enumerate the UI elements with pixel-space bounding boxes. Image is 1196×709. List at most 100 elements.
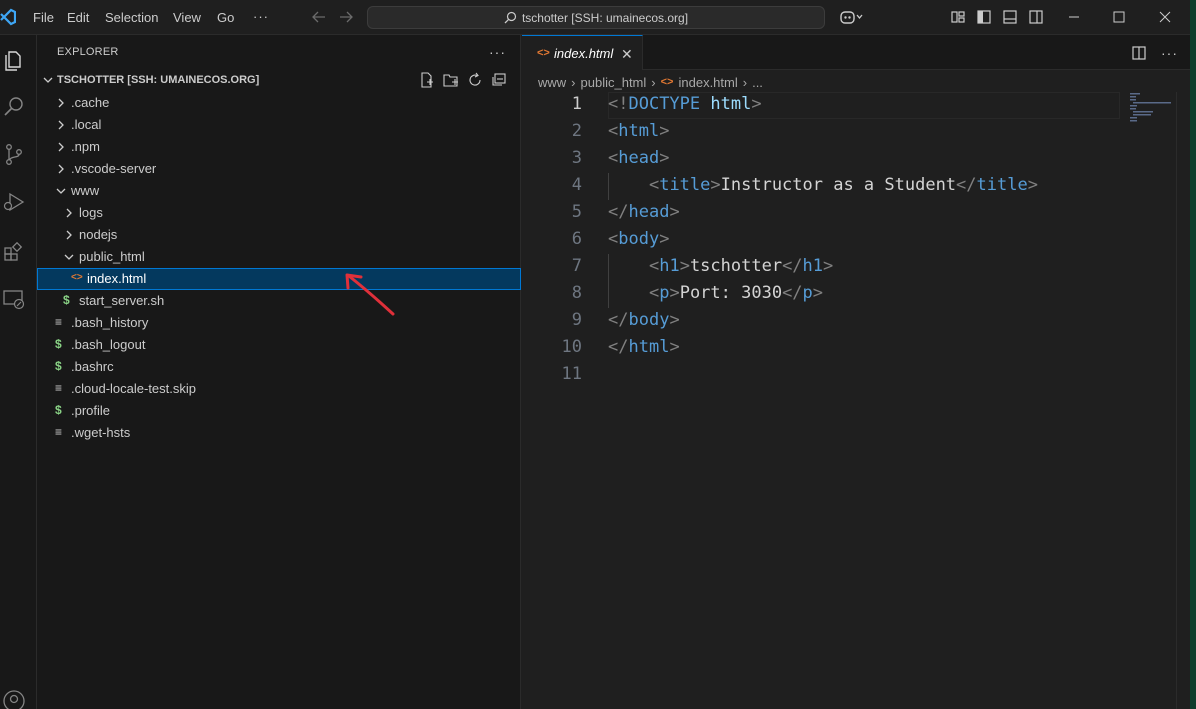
customize-layout-icon[interactable] xyxy=(950,9,966,25)
code-line[interactable]: 10 </html> xyxy=(522,335,1122,362)
code-line[interactable]: 8 <p>Port: 3030</p> xyxy=(522,281,1122,308)
tree-item-local[interactable]: .local xyxy=(37,114,521,136)
menu-go[interactable]: Go xyxy=(217,10,234,25)
code-line[interactable]: 3 <head> xyxy=(522,146,1122,173)
code-line[interactable]: 11 xyxy=(522,362,1122,389)
explorer-icon[interactable] xyxy=(2,47,26,71)
search-icon[interactable] xyxy=(2,94,26,118)
explorer-title: EXPLORER xyxy=(57,46,119,58)
code-line[interactable]: 2 <html> xyxy=(522,119,1122,146)
code-line[interactable]: 9 </body> xyxy=(522,308,1122,335)
menu-selection[interactable]: Selection xyxy=(105,10,158,25)
tree-item-bash-history[interactable]: ≡ .bash_history xyxy=(37,312,521,334)
code-line[interactable]: 4 <title>Instructor as a Student</title> xyxy=(522,173,1122,200)
tree-item-public-html[interactable]: public_html xyxy=(37,246,521,268)
account-icon[interactable] xyxy=(2,689,26,709)
close-window-icon[interactable] xyxy=(1157,9,1173,25)
tree-item-label: index.html xyxy=(87,271,147,286)
code-editor[interactable]: 1 <!DOCTYPE html> 2 <html> 3 <head> 4 <title>I… xyxy=(522,92,1196,709)
breadcrumb-separator-icon: › xyxy=(571,74,576,90)
tree-item-bash-logout[interactable]: $ .bash_logout xyxy=(37,334,521,356)
tab-close-icon[interactable]: ✕ xyxy=(621,46,633,63)
tab-index-html[interactable]: <> index.html ✕ xyxy=(522,35,643,70)
tree-item-label: .vscode-server xyxy=(71,161,157,176)
tree-item-start-server-sh[interactable]: $ start_server.sh xyxy=(37,290,521,312)
editor-scrollbar[interactable] xyxy=(1176,92,1190,709)
line-number: 10 xyxy=(561,337,582,357)
toggle-panel-icon[interactable] xyxy=(1002,9,1018,25)
chevron-right-icon xyxy=(58,164,64,174)
chevron-down-icon xyxy=(43,77,53,83)
code-line[interactable]: 6 <body> xyxy=(522,227,1122,254)
tree-item-cache[interactable]: .cache xyxy=(37,92,521,114)
maximize-icon[interactable] xyxy=(1111,9,1127,25)
tree-item-wget-hsts[interactable]: ≡ .wget-hsts xyxy=(37,422,521,444)
code-token: p xyxy=(802,283,813,303)
tree-item-nodejs[interactable]: nodejs xyxy=(37,224,521,246)
line-number: 11 xyxy=(561,364,582,384)
extensions-icon[interactable] xyxy=(2,239,26,263)
source-control-icon[interactable] xyxy=(2,142,26,166)
tree-item-label: .bash_history xyxy=(71,315,149,330)
run-debug-icon[interactable] xyxy=(2,190,26,214)
command-center[interactable]: tschotter [SSH: umainecos.org] xyxy=(367,6,825,29)
tree-item-cloud-locale-test-skip[interactable]: ≡ .cloud-locale-test.skip xyxy=(37,378,521,400)
code-token: < xyxy=(608,229,619,249)
toggle-primary-sidebar-icon[interactable] xyxy=(976,9,992,25)
minimap[interactable] xyxy=(1128,92,1176,122)
code-token: tschotter xyxy=(689,256,783,276)
tree-item-logs[interactable]: logs xyxy=(37,202,521,224)
line-number: 9 xyxy=(571,310,582,330)
split-editor-icon[interactable] xyxy=(1131,45,1147,61)
text-file-icon: ≡ xyxy=(55,425,63,439)
editor-more-actions[interactable]: ··· xyxy=(1161,45,1178,61)
refresh-icon[interactable] xyxy=(467,72,483,88)
back-arrow-icon[interactable] xyxy=(310,8,328,26)
menu-file[interactable]: File xyxy=(33,10,54,25)
code-token: </ xyxy=(956,175,977,195)
menu-more[interactable]: ··· xyxy=(253,9,269,24)
code-token: h1 xyxy=(802,256,824,276)
tree-item-vscode-server[interactable]: .vscode-server xyxy=(37,158,521,180)
forward-arrow-icon[interactable] xyxy=(337,8,355,26)
tree-item-npm[interactable]: .npm xyxy=(37,136,521,158)
html-file-icon: <> xyxy=(660,76,674,88)
indent-guide xyxy=(608,254,609,308)
minimize-icon[interactable] xyxy=(1066,9,1082,25)
menu-edit[interactable]: Edit xyxy=(67,10,89,25)
code-line[interactable]: 1 <!DOCTYPE html> xyxy=(522,92,1122,119)
code-token: </ xyxy=(608,310,629,330)
tree-item-label: .bash_logout xyxy=(71,337,146,352)
breadcrumb-item[interactable]: www xyxy=(538,75,566,90)
new-file-icon[interactable] xyxy=(419,72,435,88)
code-token: h1 xyxy=(659,256,680,276)
code-token: DOCTYPE xyxy=(628,94,711,114)
breadcrumb-item[interactable]: ... xyxy=(752,75,763,90)
new-folder-icon[interactable] xyxy=(443,72,459,88)
workspace-section-header[interactable]: TSCHOTTER [SSH: UMAINECOS.ORG] xyxy=(37,70,521,92)
search-icon xyxy=(504,11,517,24)
code-line[interactable]: 5 </head> xyxy=(522,200,1122,227)
menu-view[interactable]: View xyxy=(173,10,201,25)
code-text: <!DOCTYPE html> xyxy=(608,94,762,114)
code-text: <head> xyxy=(608,148,669,168)
tree-item-bashrc[interactable]: $ .bashrc xyxy=(37,356,521,378)
explorer-more-actions[interactable]: ··· xyxy=(489,44,506,60)
tree-item-profile[interactable]: $ .profile xyxy=(37,400,521,422)
chevron-right-icon xyxy=(66,208,72,218)
copilot-icon[interactable] xyxy=(836,9,866,25)
code-token: > xyxy=(669,283,680,303)
tree-item-label: .cache xyxy=(71,95,110,110)
code-line[interactable]: 7 <h1>tschotter</h1> xyxy=(522,254,1122,281)
breadcrumb-item[interactable]: index.html xyxy=(678,75,737,90)
toggle-secondary-sidebar-icon[interactable] xyxy=(1028,9,1044,25)
collapse-all-icon[interactable] xyxy=(491,72,507,88)
breadcrumb-item[interactable]: public_html xyxy=(581,75,647,90)
remote-explorer-icon[interactable] xyxy=(2,287,26,311)
code-token: < xyxy=(648,256,660,276)
tree-item-index-html[interactable]: <> index.html xyxy=(37,268,521,290)
code-token: head xyxy=(618,148,660,168)
vscode-logo-icon[interactable] xyxy=(0,8,16,26)
tree-item-www[interactable]: www xyxy=(37,180,521,202)
